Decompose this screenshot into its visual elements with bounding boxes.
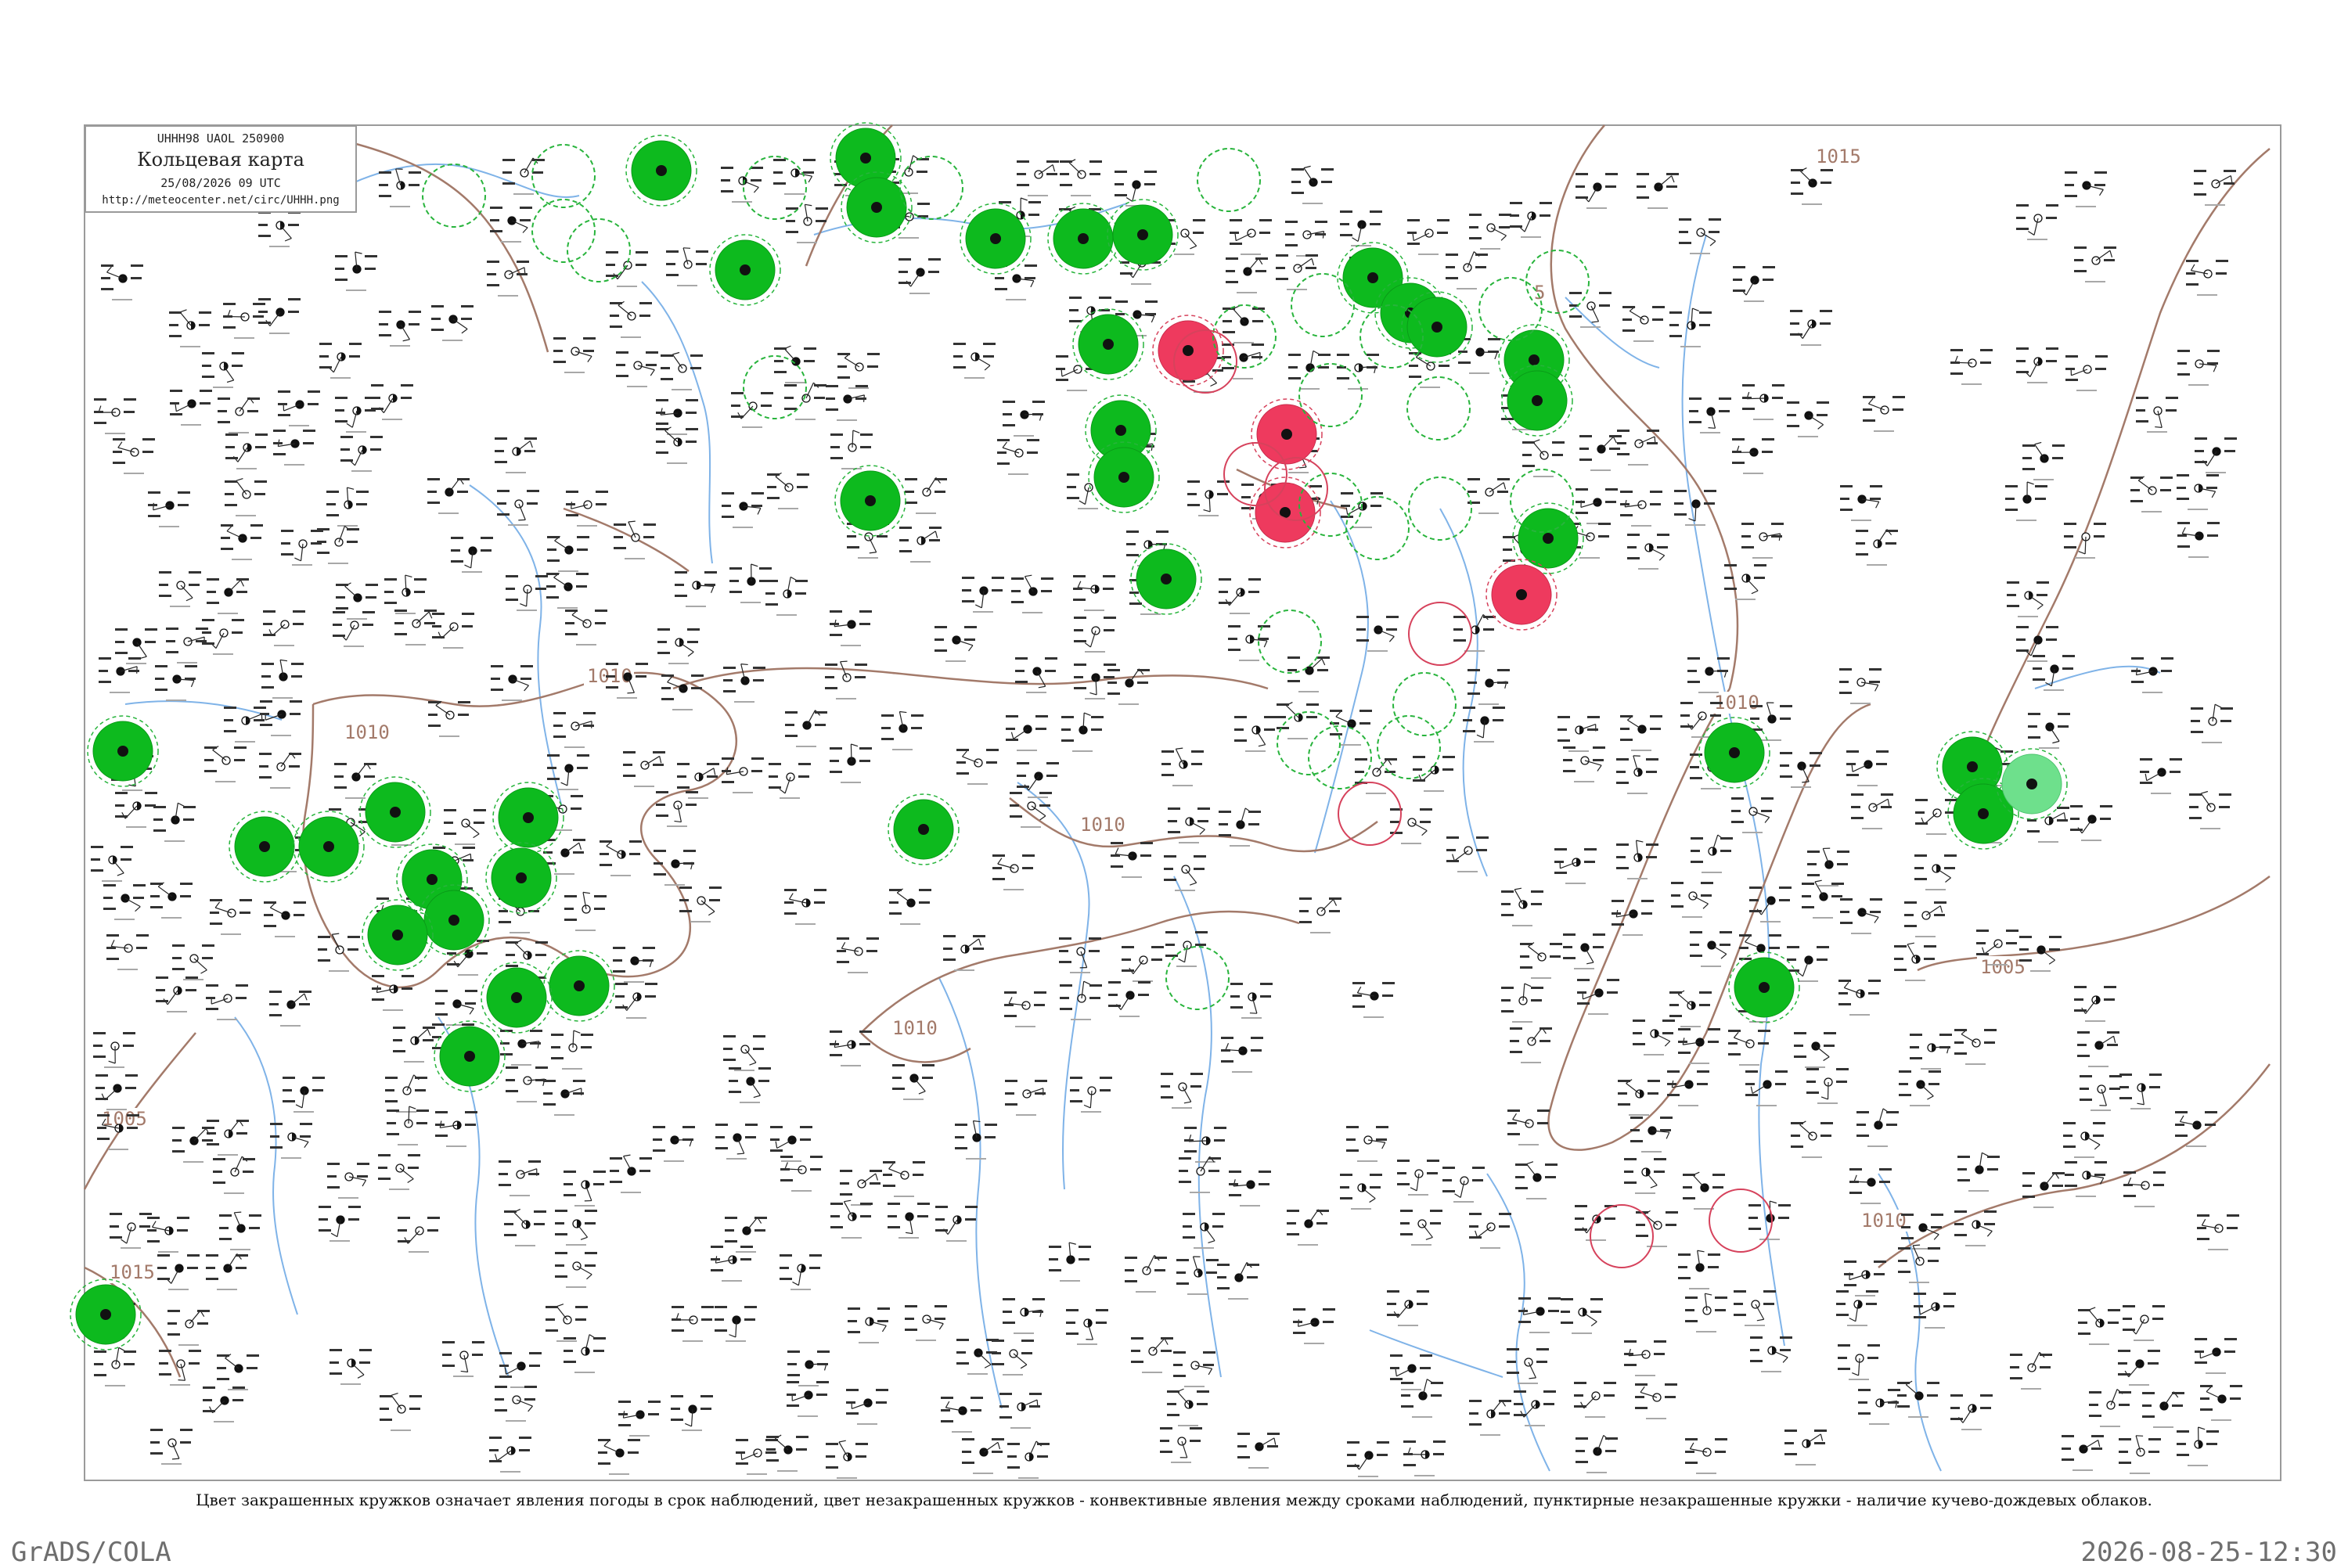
software-credit: GrADS/COLA — [11, 1537, 171, 1568]
isobar-label-6: 1010 — [1861, 1210, 1907, 1232]
map-title: Кольцевая карта — [86, 149, 355, 171]
isobar-label-2: 1010 — [344, 721, 390, 743]
render-timestamp: 2026-08-25-12:30 — [2080, 1537, 2337, 1568]
isobar-label-0: 1015 — [1816, 146, 1861, 167]
isobar-label-4: 1010 — [892, 1017, 938, 1039]
bulletin-code: UHHH98 UAOL 250900 — [86, 131, 355, 146]
weather-map: 1015101010101010101010101010100510051015… — [0, 0, 2348, 1565]
isobar-label-10: 5 — [1534, 282, 1545, 304]
observation-date: 25/08/2026 09 UTC — [86, 176, 355, 190]
map-header-box: UHHH98 UAOL 250900 Кольцевая карта 25/08… — [85, 125, 357, 213]
isobar-label-3: 1010 — [1080, 814, 1125, 836]
isobar-label-7: 1005 — [1980, 956, 2026, 978]
legend-caption: Цвет закрашенных кружков означает явлени… — [0, 1491, 2348, 1509]
isobar-label-9: 1015 — [110, 1261, 155, 1283]
source-url: http://meteocenter.net/circ/UHHH.png — [86, 194, 355, 207]
